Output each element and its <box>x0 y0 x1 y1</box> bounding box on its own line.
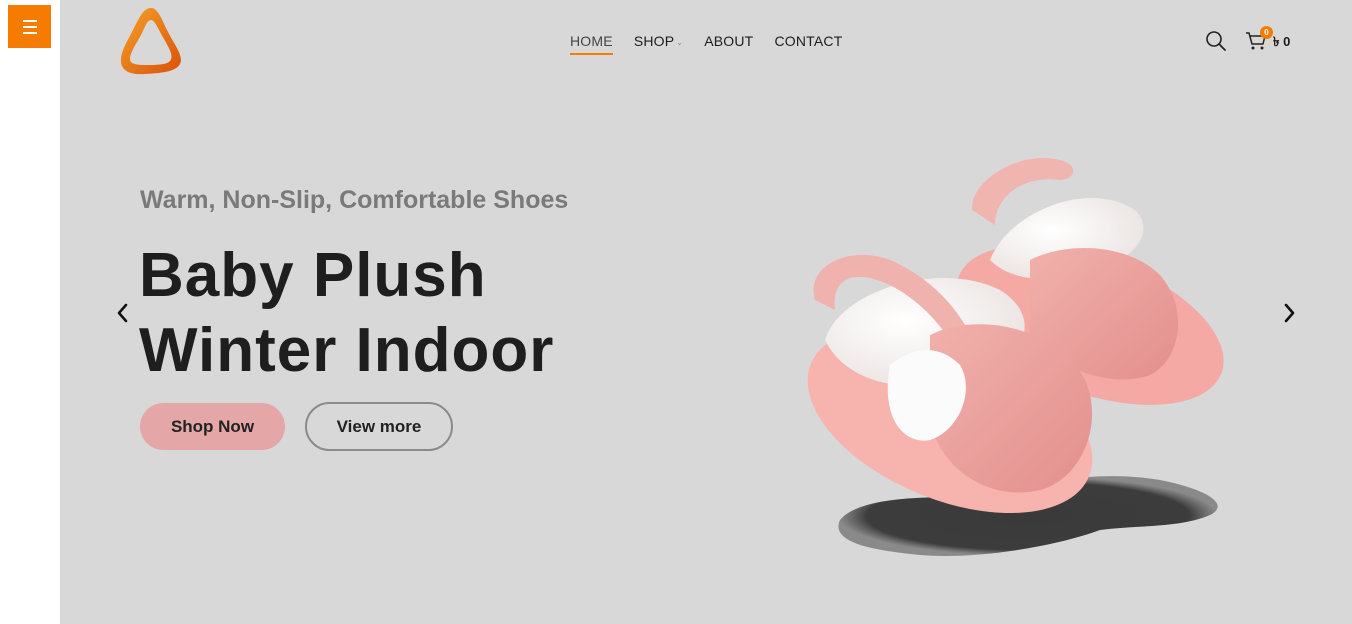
product-image-baby-slippers <box>807 158 1224 556</box>
hero-slider: HOME SHOP ⌄ ABOUT CONTACT 0 ৳ 0 Warm, Non… <box>60 0 1352 624</box>
cart-count-badge: 0 <box>1260 26 1273 39</box>
slider-next-button[interactable] <box>1277 300 1301 326</box>
main-nav: HOME SHOP ⌄ ABOUT CONTACT <box>570 33 863 55</box>
nav-item-home[interactable]: HOME <box>570 33 613 55</box>
nav-item-about[interactable]: ABOUT <box>704 33 753 55</box>
hero-title-line2: Winter Indoor <box>139 316 555 385</box>
hamburger-menu-button[interactable] <box>8 5 51 48</box>
nav-item-shop-label: SHOP <box>633 33 675 49</box>
hero-title: Baby Plush Winter Indoor <box>139 238 554 388</box>
view-more-button[interactable]: View more <box>305 402 453 451</box>
search-button[interactable] <box>1205 30 1227 57</box>
hero-subtitle: Warm, Non-Slip, Comfortable Shoes <box>140 186 569 214</box>
logo-icon[interactable] <box>114 4 188 78</box>
hero-title-line1: Baby Plush <box>139 241 487 310</box>
hamburger-menu-icon <box>22 19 37 22</box>
chevron-right-icon <box>1284 303 1295 323</box>
search-icon <box>1206 31 1226 51</box>
nav-item-shop[interactable]: SHOP ⌄ <box>634 33 683 55</box>
sidebar <box>0 0 60 624</box>
nav-item-contact[interactable]: CONTACT <box>774 33 842 55</box>
chevron-down-icon: ⌄ <box>676 37 684 47</box>
shop-now-button[interactable]: Shop Now <box>140 403 285 450</box>
chevron-left-icon <box>117 303 128 323</box>
cart-button[interactable]: 0 <box>1245 26 1273 57</box>
cart-total[interactable]: ৳ 0 <box>1273 33 1290 54</box>
header-actions: 0 ৳ 0 <box>1205 26 1290 57</box>
slider-prev-button[interactable] <box>111 300 135 326</box>
